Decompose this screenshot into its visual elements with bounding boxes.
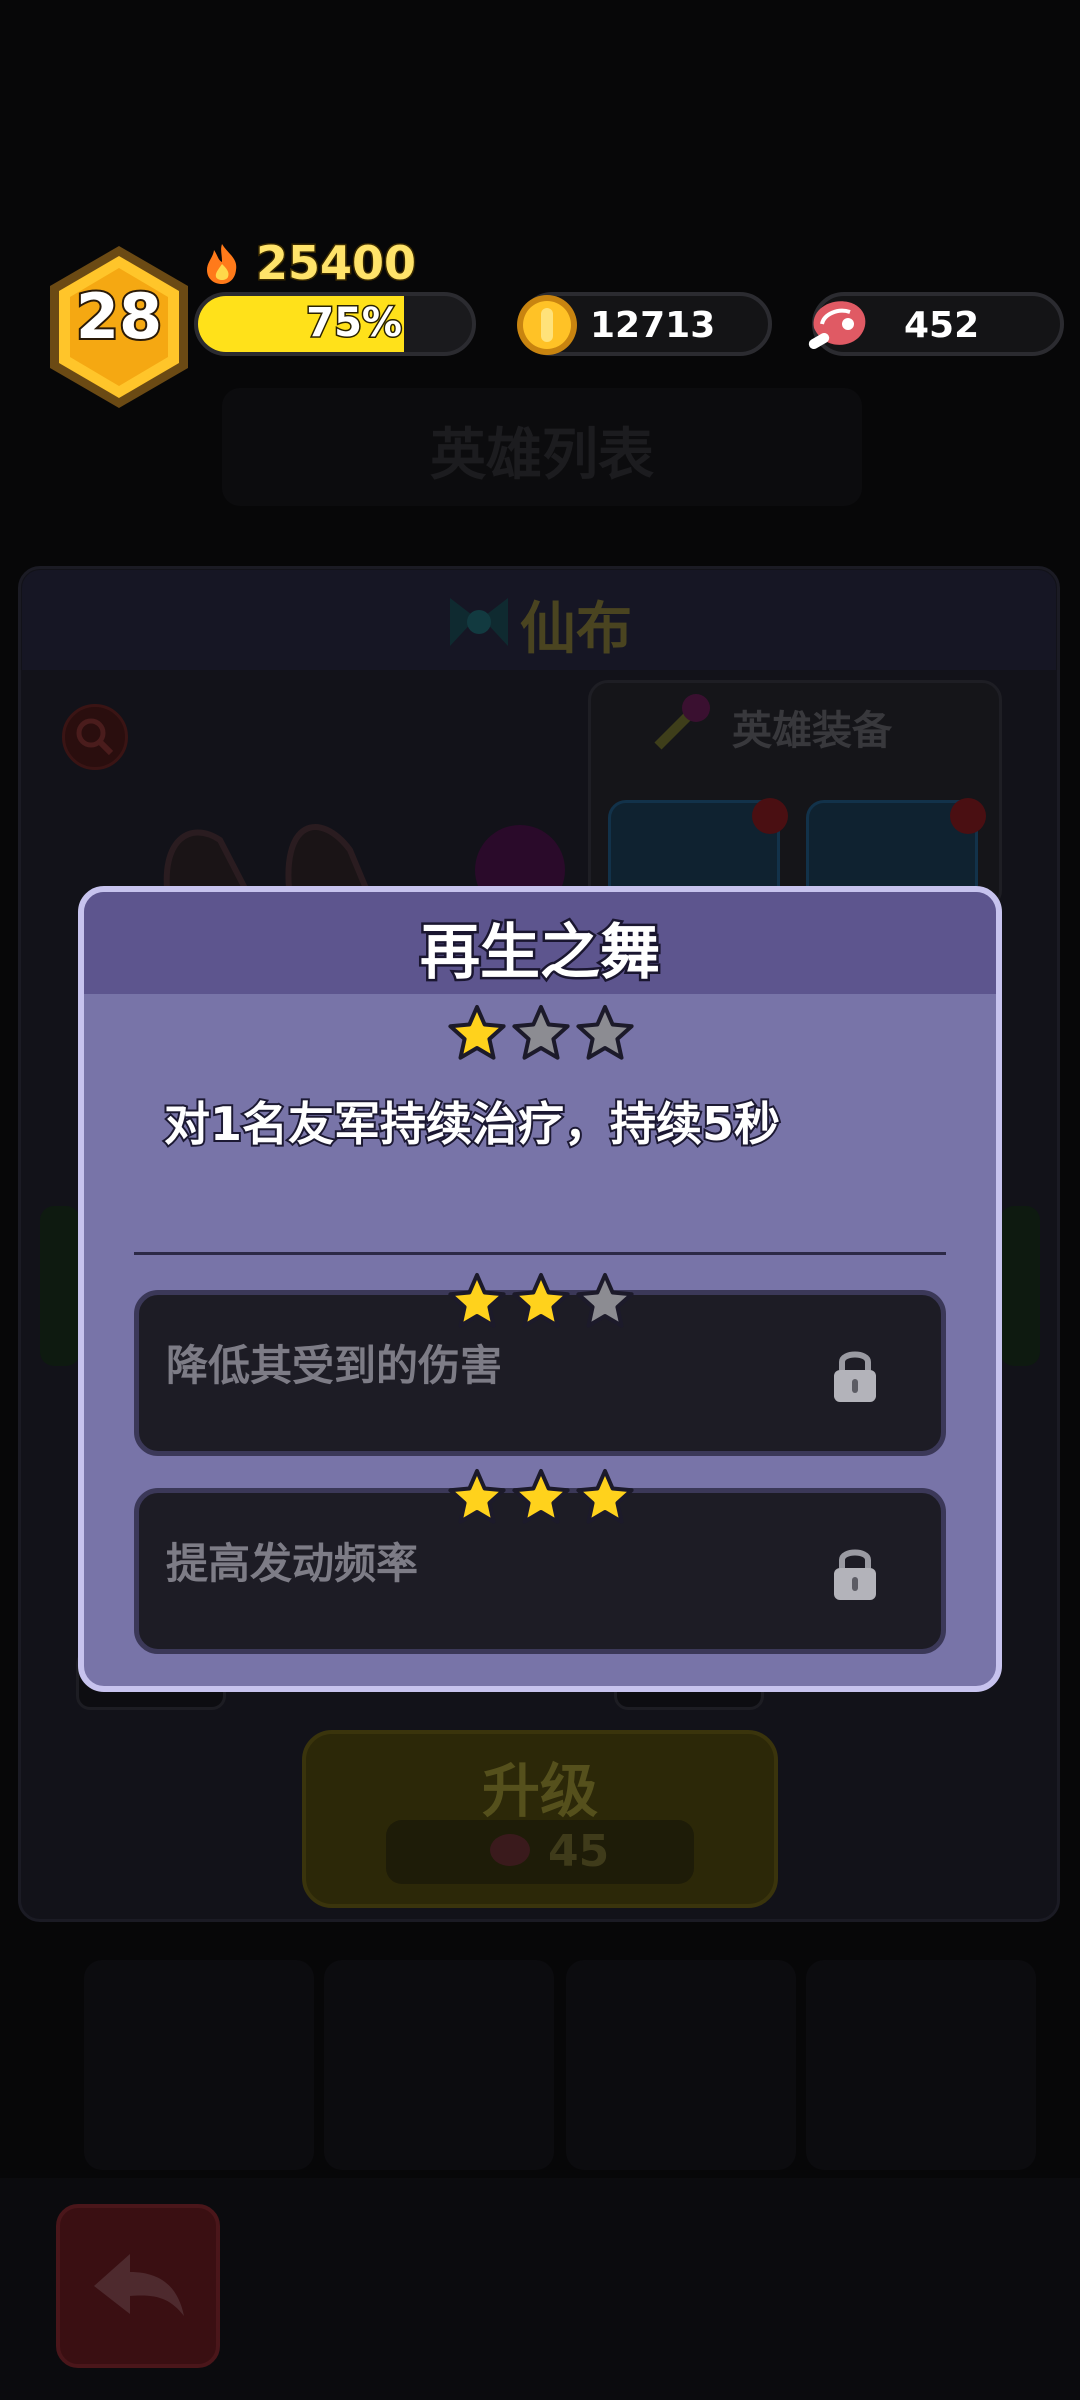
star-empty-icon [576,1005,634,1060]
back-arrow-icon [94,2254,184,2316]
meat-icon [808,301,866,349]
star-filled-icon [448,1005,506,1060]
equipment-icon [654,694,710,750]
gold-coin-icon [517,295,577,355]
upgrade-label: 升级 [481,1757,598,1825]
tier-effect-text: 降低其受到的伤害 [166,1341,503,1390]
hero-name: 仙布 [520,597,632,662]
star-empty-icon [576,1273,634,1328]
star-filled-icon [512,1469,570,1524]
hero-card[interactable] [84,1960,314,2170]
meat-icon [490,1834,530,1866]
upgrade-cost: 45 [548,1826,610,1877]
tier-star-rating [446,1466,636,1528]
skill-description: 对1名友军持续治疗，持续5秒 [162,1095,782,1153]
xp-bar: 75% [194,292,476,356]
player-level: 28 [74,278,164,355]
xp-percent: 75% [305,299,404,348]
equipment-title: 英雄装备 [732,708,892,754]
star-filled-icon [512,1273,570,1328]
search-icon [76,718,114,756]
hero-card[interactable] [806,1960,1036,2170]
search-button[interactable] [62,704,128,770]
star-empty-icon [512,1005,570,1060]
skill-star-rating [446,1002,636,1064]
notification-dot [752,798,788,834]
upgrade-cost-box [386,1820,694,1884]
tier-star-rating [446,1270,636,1332]
power-value: 25400 [254,235,417,292]
divider [134,1252,946,1255]
star-filled-icon [448,1273,506,1328]
meat-value: 452 [904,305,980,346]
hero-card[interactable] [324,1960,554,2170]
page-title: 英雄列表 [430,423,654,488]
back-button[interactable] [56,2204,220,2368]
hero-card[interactable] [566,1960,796,2170]
tier-effect-text: 提高发动频率 [166,1539,419,1588]
lock-icon [834,1351,876,1402]
star-filled-icon [576,1469,634,1524]
skill-tab [1000,1206,1040,1366]
star-filled-icon [448,1469,506,1524]
hero-portrait [163,824,565,900]
skill-title: 再生之舞 [418,916,663,991]
lock-icon [834,1549,876,1600]
gold-value: 12713 [590,305,716,346]
hero-class-icon [450,598,508,646]
notification-dot [950,798,986,834]
flame-icon [207,244,237,284]
skill-tab [40,1206,80,1366]
